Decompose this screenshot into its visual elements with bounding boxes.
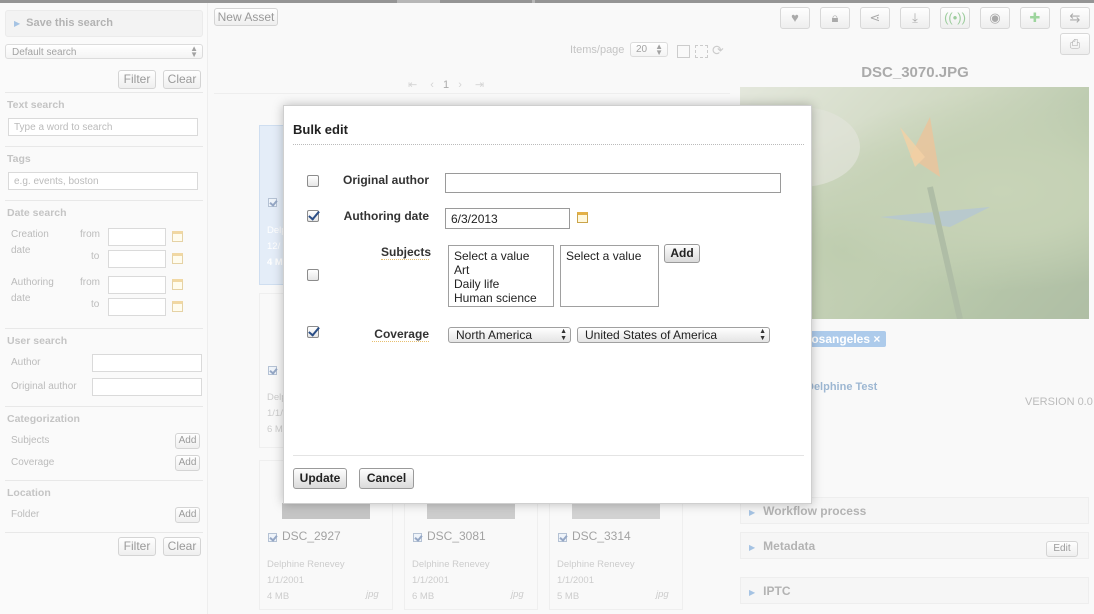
calendar-icon[interactable] [577, 212, 588, 223]
authoring-date-checkbox[interactable] [307, 210, 319, 222]
coverage-country-value: United States of America [585, 328, 718, 342]
coverage-region-select[interactable]: North America ▲ ▼ [448, 327, 571, 343]
subject-option[interactable]: Art [454, 263, 548, 277]
subjects-options-list[interactable]: Select a value Art Daily life Human scie… [448, 245, 554, 307]
original-author-label: Original author [342, 173, 429, 187]
dialog-footer-divider [293, 455, 804, 456]
original-author-input[interactable] [445, 173, 781, 193]
selected-subject[interactable]: Select a value [566, 249, 653, 263]
dialog-title: Bulk edit [293, 122, 348, 137]
coverage-checkbox[interactable] [307, 326, 319, 338]
coverage-region-value: North America [456, 328, 533, 342]
subjects-checkbox[interactable] [307, 269, 319, 281]
dialog-divider [293, 144, 804, 145]
add-subject-button[interactable]: Add [664, 244, 700, 263]
subject-option[interactable]: Daily life [454, 277, 548, 291]
select-arrows-icon: ▲▼ [560, 328, 567, 342]
cancel-button[interactable]: Cancel [359, 468, 414, 489]
authoring-date-label: Authoring date [343, 209, 429, 223]
authoring-date-input[interactable]: 6/3/2013 [445, 208, 570, 229]
coverage-country-select[interactable]: United States of America ▲ ▼ [577, 327, 770, 343]
original-author-checkbox[interactable] [307, 175, 319, 187]
subject-option[interactable]: Select a value [454, 249, 548, 263]
subjects-label: Subjects [381, 245, 432, 260]
update-button[interactable]: Update [293, 468, 347, 489]
subjects-selected-list[interactable]: Select a value [560, 245, 659, 307]
select-arrows-icon: ▲▼ [759, 328, 766, 342]
bulk-edit-dialog: Bulk edit Original author Authoring date… [283, 105, 812, 504]
coverage-label: Coverage [372, 327, 429, 342]
subject-option[interactable]: Human science [454, 291, 548, 305]
